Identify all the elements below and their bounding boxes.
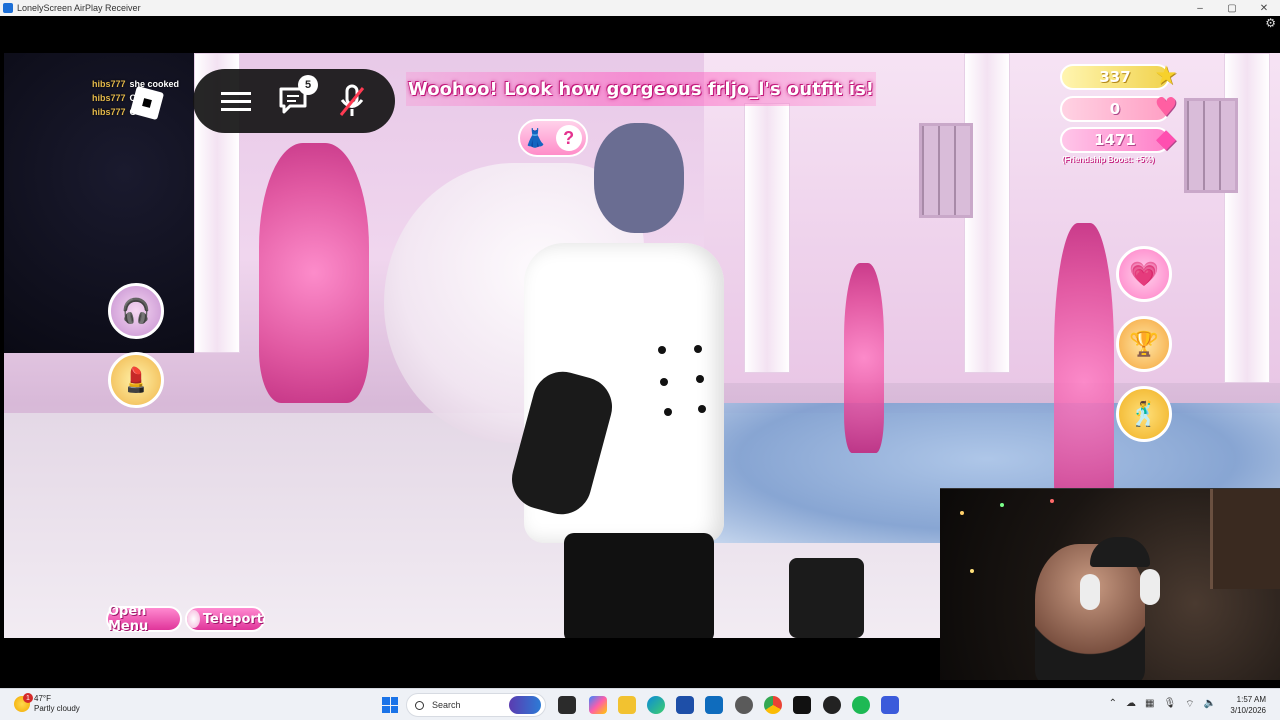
windows-start-icon[interactable] — [382, 697, 398, 713]
mansion-window — [1184, 98, 1238, 193]
string-light — [1050, 499, 1054, 503]
trophy-icon: 🏆 — [1129, 330, 1159, 358]
airplay-receiver-icon[interactable] — [881, 696, 899, 714]
makeup-button[interactable]: 💄 — [108, 352, 164, 408]
announcement-banner: Woohoo! Look how gorgeous frljo_l's outf… — [406, 72, 876, 106]
gems-counter: 1471 ◆ — [1060, 124, 1176, 154]
microphone-icon[interactable]: 🎙 — [1163, 698, 1176, 711]
pillar — [744, 103, 790, 373]
hearts-value: 0 — [1109, 100, 1121, 118]
taskbar-search[interactable]: Search — [406, 693, 546, 717]
dress-icon: 👗 — [524, 127, 547, 148]
edge-icon[interactable] — [647, 696, 665, 714]
accessories-button[interactable]: 🎧 — [108, 283, 164, 339]
gear-icon[interactable]: ⚙ — [1265, 16, 1276, 30]
search-icon — [415, 700, 424, 710]
weather-temp: 47°F — [34, 694, 51, 703]
headphone-right — [1140, 569, 1160, 605]
avatar-head — [594, 123, 684, 233]
roblox-hud-menu: 5 — [193, 69, 395, 133]
window-controls: – ▢ ✕ — [1184, 0, 1280, 16]
streamer-cap — [1090, 537, 1150, 567]
chat-notification-badge: 5 — [298, 75, 318, 95]
flower-tower — [844, 263, 884, 453]
teleport-button[interactable]: Teleport — [185, 606, 265, 632]
store-icon[interactable] — [676, 696, 694, 714]
avatar-legs — [564, 533, 714, 638]
weather-desc: Partly cloudy — [34, 704, 80, 713]
tiktok-icon[interactable] — [793, 696, 811, 714]
gem-icon: ◆ — [1156, 124, 1176, 154]
system-tray: ⌃ ☁ ▦ 🎙 ⌔ 🔈 — [1109, 698, 1216, 711]
weather-widget[interactable]: 1 47°F Partly cloudy — [14, 693, 80, 714]
volume-icon[interactable]: 🔈 — [1204, 698, 1216, 711]
stars-counter: 337 ★ — [1060, 61, 1178, 91]
mansion-window — [919, 123, 973, 218]
makeup-icon: 💄 — [121, 366, 151, 394]
window-titlebar: LonelyScreen AirPlay Receiver – ▢ ✕ — [0, 0, 1280, 16]
hearts-icon: ♥ — [1154, 93, 1178, 123]
settings-gear-icon[interactable] — [735, 696, 753, 714]
minimize-button[interactable]: – — [1184, 0, 1216, 16]
notification-badge: 1 — [23, 693, 33, 703]
maximize-button[interactable]: ▢ — [1216, 0, 1248, 16]
room-door — [1210, 489, 1280, 589]
stars-value: 337 — [1099, 68, 1131, 86]
close-button[interactable]: ✕ — [1248, 0, 1280, 16]
app-icon — [3, 3, 13, 13]
search-highlight-icon — [509, 696, 541, 714]
headphone-left — [1080, 574, 1100, 610]
chat-button[interactable]: 5 — [272, 75, 318, 123]
string-light — [970, 569, 974, 573]
hearts-counter: 0 ♥ — [1060, 93, 1178, 123]
outfit-hint-badge[interactable]: 👗 ? — [518, 119, 588, 157]
hamburger-menu-icon[interactable] — [214, 79, 258, 123]
window-title: LonelyScreen AirPlay Receiver — [17, 3, 141, 13]
avatar-handbag — [789, 558, 864, 638]
wifi-icon[interactable]: ⌔ — [1185, 698, 1194, 711]
taskbar-clock[interactable]: 1:57 AM 3/10/2026 — [1230, 694, 1266, 716]
file-explorer-icon[interactable] — [618, 696, 636, 714]
webcam-overlay — [940, 488, 1280, 680]
string-light — [960, 511, 964, 515]
string-light — [1000, 503, 1004, 507]
network-icon[interactable]: ▦ — [1145, 698, 1154, 711]
flower-arch — [259, 143, 369, 403]
pose-figure-icon: 🕺 — [1129, 400, 1159, 428]
open-menu-button[interactable]: Open Menu — [106, 604, 182, 634]
spotify-icon[interactable] — [852, 696, 870, 714]
question-icon: ? — [555, 125, 582, 151]
copilot-icon[interactable] — [589, 696, 607, 714]
hearts-shop-button[interactable]: 💗 — [1116, 246, 1172, 302]
pose-button[interactable]: 🕺 — [1116, 386, 1172, 442]
windows-taskbar: 1 47°F Partly cloudy Search ⌃ ☁ ▦ 🎙 ⌔ 🔈 … — [0, 688, 1280, 720]
clock-time: 1:57 AM — [1236, 695, 1266, 704]
clock-date: 3/10/2026 — [1230, 706, 1266, 715]
friendship-boost-label: (Friendship Boost: +5%) — [1062, 155, 1155, 164]
search-placeholder: Search — [432, 700, 461, 710]
mic-muted-icon — [339, 84, 365, 116]
teleport-icon — [187, 610, 200, 628]
heart-glasses-icon: 💗 — [1129, 260, 1159, 288]
trophy-button[interactable]: 🏆 — [1116, 316, 1172, 372]
gems-value: 1471 — [1094, 131, 1136, 149]
teleport-label: Teleport — [202, 611, 263, 627]
chevron-up-icon[interactable]: ⌃ — [1109, 698, 1117, 711]
headphones-icon: 🎧 — [121, 297, 151, 325]
outlook-icon[interactable] — [705, 696, 723, 714]
star-icon: ★ — [1154, 61, 1178, 91]
chrome-icon[interactable] — [764, 696, 782, 714]
task-view-icon[interactable] — [558, 696, 576, 714]
cloud-icon[interactable]: ☁ — [1126, 698, 1136, 711]
obs-icon[interactable] — [823, 696, 841, 714]
partly-cloudy-icon: 1 — [14, 693, 33, 712]
mic-muted-button[interactable] — [330, 79, 374, 123]
